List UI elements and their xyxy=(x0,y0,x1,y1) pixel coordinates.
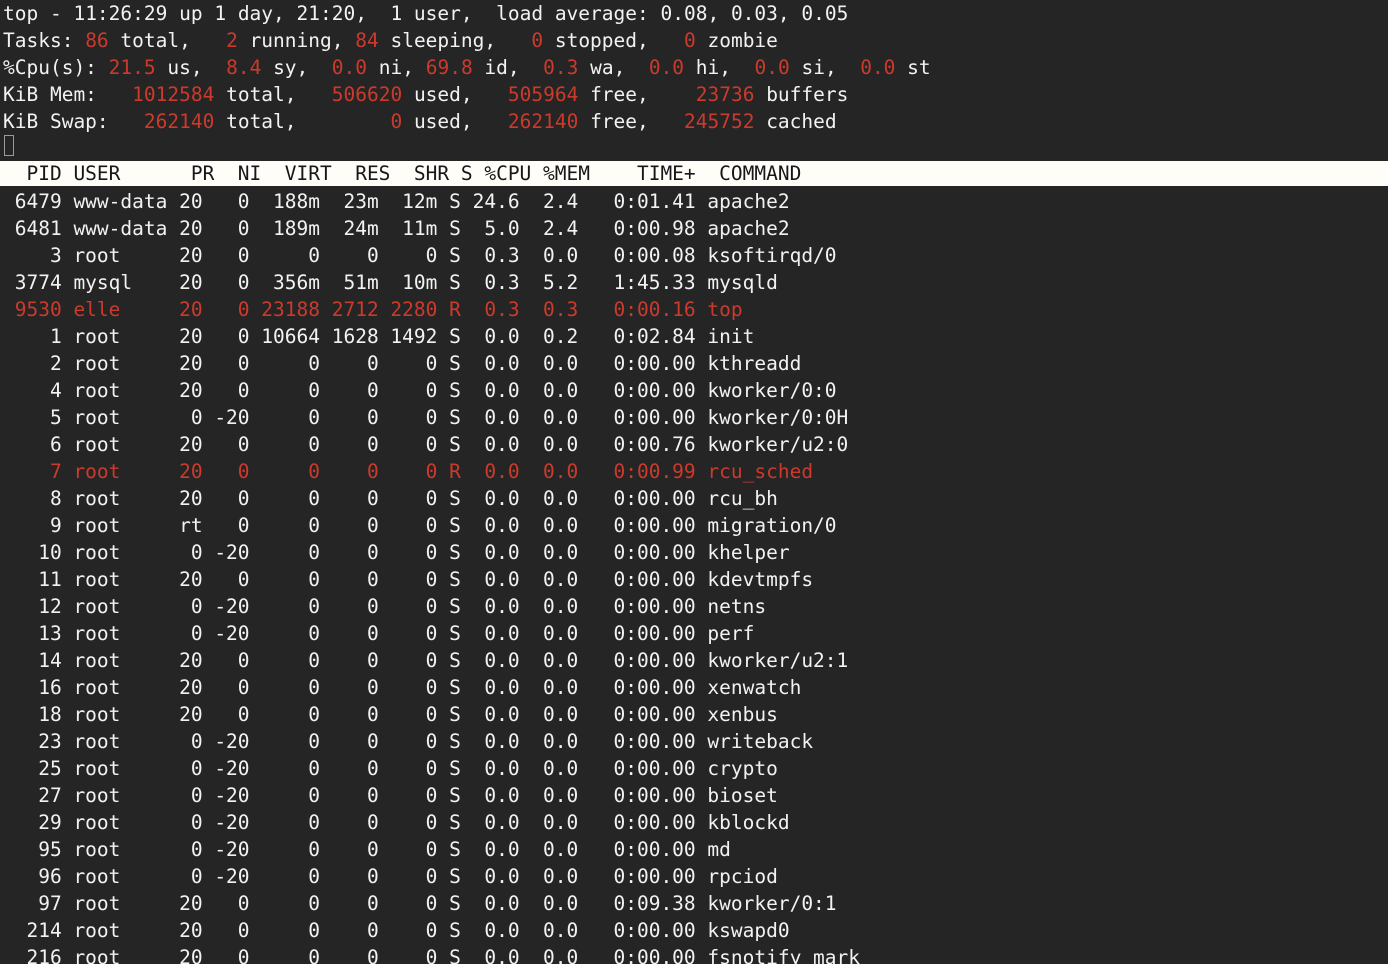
swap-total-value: 262140 xyxy=(144,110,214,133)
cpu-si-value: 0.0 xyxy=(755,56,790,79)
current-time: 11:26:29 xyxy=(73,2,167,25)
mem-label: KiB Mem: xyxy=(3,83,109,106)
table-row[interactable]: 95 root 0 -20 0 0 0 S 0.0 0.0 0:00.00 md xyxy=(0,836,1388,863)
table-row[interactable]: 6481 www-data 20 0 189m 24m 11m S 5.0 2.… xyxy=(0,215,1388,242)
table-row[interactable]: 6 root 20 0 0 0 0 S 0.0 0.0 0:00.76 kwor… xyxy=(0,431,1388,458)
swap-used-label: used, xyxy=(402,110,484,133)
mem-total-label: total, xyxy=(214,83,308,106)
mem-used-value: 506620 xyxy=(332,83,402,106)
load-avg-5min: 0.03 xyxy=(731,2,778,25)
table-row[interactable]: 96 root 0 -20 0 0 0 S 0.0 0.0 0:00.00 rp… xyxy=(0,863,1388,890)
swap-cached-value: 245752 xyxy=(684,110,754,133)
table-row[interactable]: 27 root 0 -20 0 0 0 S 0.0 0.0 0:00.00 bi… xyxy=(0,782,1388,809)
table-row[interactable]: 1 root 20 0 10664 1628 1492 S 0.0 0.2 0:… xyxy=(0,323,1388,350)
table-row[interactable]: 214 root 20 0 0 0 0 S 0.0 0.0 0:00.00 ks… xyxy=(0,917,1388,944)
table-row[interactable]: 9530 elle 20 0 23188 2712 2280 R 0.3 0.3… xyxy=(0,296,1388,323)
tasks-sleeping-label: sleeping, xyxy=(379,29,508,52)
swap-cached-label: cached xyxy=(754,110,836,133)
table-row[interactable]: 6479 www-data 20 0 188m 23m 12m S 24.6 2… xyxy=(0,188,1388,215)
cpu-hi-label: hi, xyxy=(684,56,743,79)
cpu-us-value: 21.5 xyxy=(109,56,156,79)
top-label: top - xyxy=(3,2,73,25)
table-row[interactable]: 8 root 20 0 0 0 0 S 0.0 0.0 0:00.00 rcu_… xyxy=(0,485,1388,512)
cpu-label: %Cpu(s): xyxy=(3,56,109,79)
process-table-body[interactable]: 6479 www-data 20 0 188m 23m 12m S 24.6 2… xyxy=(0,188,1388,964)
swap-total-label: total, xyxy=(214,110,308,133)
summary-line-mem: KiB Mem: 1012584 total, 506620 used, 505… xyxy=(0,81,1388,108)
summary-line-uptime: top - 11:26:29 up 1 day, 21:20, 1 user, … xyxy=(0,0,1388,27)
cpu-wa-value: 0.3 xyxy=(543,56,578,79)
table-row[interactable]: 9 root rt 0 0 0 0 S 0.0 0.0 0:00.00 migr… xyxy=(0,512,1388,539)
table-row[interactable]: 16 root 20 0 0 0 0 S 0.0 0.0 0:00.00 xen… xyxy=(0,674,1388,701)
summary-line-cpu: %Cpu(s): 21.5 us, 8.4 sy, 0.0 ni, 69.8 i… xyxy=(0,54,1388,81)
swap-label: KiB Swap: xyxy=(3,110,120,133)
swap-free-value: 262140 xyxy=(508,110,578,133)
tasks-total-label: total, xyxy=(109,29,203,52)
swap-free-label: free, xyxy=(578,110,660,133)
table-row[interactable]: 216 root 20 0 0 0 0 S 0.0 0.0 0:00.00 fs… xyxy=(0,944,1388,964)
tasks-stopped-value: 0 xyxy=(531,29,543,52)
table-row[interactable]: 7 root 20 0 0 0 0 R 0.0 0.0 0:00.99 rcu_… xyxy=(0,458,1388,485)
table-row[interactable]: 10 root 0 -20 0 0 0 S 0.0 0.0 0:00.00 kh… xyxy=(0,539,1388,566)
table-row[interactable]: 3774 mysql 20 0 356m 51m 10m S 0.3 5.2 1… xyxy=(0,269,1388,296)
load-average-label: load average: xyxy=(484,2,660,25)
cpu-sy-label: sy, xyxy=(261,56,320,79)
cpu-wa-label: wa, xyxy=(578,56,637,79)
load-avg-1min: 0.08 xyxy=(660,2,707,25)
tasks-sleeping-value: 84 xyxy=(355,29,378,52)
table-row[interactable]: 13 root 0 -20 0 0 0 S 0.0 0.0 0:00.00 pe… xyxy=(0,620,1388,647)
uptime-text: up 1 day, 21:20, xyxy=(167,2,378,25)
table-row[interactable]: 97 root 20 0 0 0 0 S 0.0 0.0 0:09.38 kwo… xyxy=(0,890,1388,917)
mem-free-label: free, xyxy=(578,83,660,106)
tasks-running-value: 2 xyxy=(226,29,238,52)
cpu-st-value: 0.0 xyxy=(860,56,895,79)
table-row[interactable]: 18 root 20 0 0 0 0 S 0.0 0.0 0:00.00 xen… xyxy=(0,701,1388,728)
cpu-si-label: si, xyxy=(790,56,849,79)
table-row[interactable]: 25 root 0 -20 0 0 0 S 0.0 0.0 0:00.00 cr… xyxy=(0,755,1388,782)
table-row[interactable]: 23 root 0 -20 0 0 0 S 0.0 0.0 0:00.00 wr… xyxy=(0,728,1388,755)
table-row[interactable]: 29 root 0 -20 0 0 0 S 0.0 0.0 0:00.00 kb… xyxy=(0,809,1388,836)
tasks-zombie-label: zombie xyxy=(696,29,778,52)
table-row[interactable]: 3 root 20 0 0 0 0 S 0.3 0.0 0:00.08 ksof… xyxy=(0,242,1388,269)
tasks-zombie-value: 0 xyxy=(684,29,696,52)
cpu-hi-value: 0.0 xyxy=(649,56,684,79)
tasks-stopped-label: stopped, xyxy=(543,29,660,52)
cursor-line xyxy=(0,132,1388,161)
mem-free-value: 505964 xyxy=(508,83,578,106)
mem-buffers-value: 23736 xyxy=(696,83,755,106)
tasks-total-value: 86 xyxy=(85,29,108,52)
cpu-us-label: us, xyxy=(156,56,215,79)
cpu-id-label: id, xyxy=(473,56,532,79)
table-row[interactable]: 4 root 20 0 0 0 0 S 0.0 0.0 0:00.00 kwor… xyxy=(0,377,1388,404)
table-row[interactable]: 5 root 0 -20 0 0 0 S 0.0 0.0 0:00.00 kwo… xyxy=(0,404,1388,431)
top-summary-block: top - 11:26:29 up 1 day, 21:20, 1 user, … xyxy=(0,0,1388,135)
table-row[interactable]: 2 root 20 0 0 0 0 S 0.0 0.0 0:00.00 kthr… xyxy=(0,350,1388,377)
table-row[interactable]: 14 root 20 0 0 0 0 S 0.0 0.0 0:00.00 kwo… xyxy=(0,647,1388,674)
load-avg-15min: 0.05 xyxy=(801,2,848,25)
tasks-label: Tasks: xyxy=(3,29,85,52)
mem-buffers-label: buffers xyxy=(754,83,848,106)
cpu-sy-value: 8.4 xyxy=(226,56,261,79)
cpu-id-value: 69.8 xyxy=(426,56,473,79)
mem-used-label: used, xyxy=(402,83,484,106)
summary-line-tasks: Tasks: 86 total, 2 running, 84 sleeping,… xyxy=(0,27,1388,54)
terminal-window[interactable]: top - 11:26:29 up 1 day, 21:20, 1 user, … xyxy=(0,0,1388,964)
swap-used-value: 0 xyxy=(390,110,402,133)
user-count-text: 1 user, xyxy=(379,2,485,25)
table-row[interactable]: 12 root 0 -20 0 0 0 S 0.0 0.0 0:00.00 ne… xyxy=(0,593,1388,620)
table-row[interactable]: 11 root 20 0 0 0 0 S 0.0 0.0 0:00.00 kde… xyxy=(0,566,1388,593)
process-table-header[interactable]: PID USER PR NI VIRT RES SHR S %CPU %MEM … xyxy=(0,161,1388,186)
tasks-running-label: running, xyxy=(238,29,355,52)
cpu-st-label: st xyxy=(895,56,930,79)
cpu-ni-label: ni, xyxy=(367,56,426,79)
text-cursor-block xyxy=(4,135,14,156)
summary-line-swap: KiB Swap: 262140 total, 0 used, 262140 f… xyxy=(0,108,1388,135)
cpu-ni-value: 0.0 xyxy=(332,56,367,79)
mem-total-value: 1012584 xyxy=(132,83,214,106)
